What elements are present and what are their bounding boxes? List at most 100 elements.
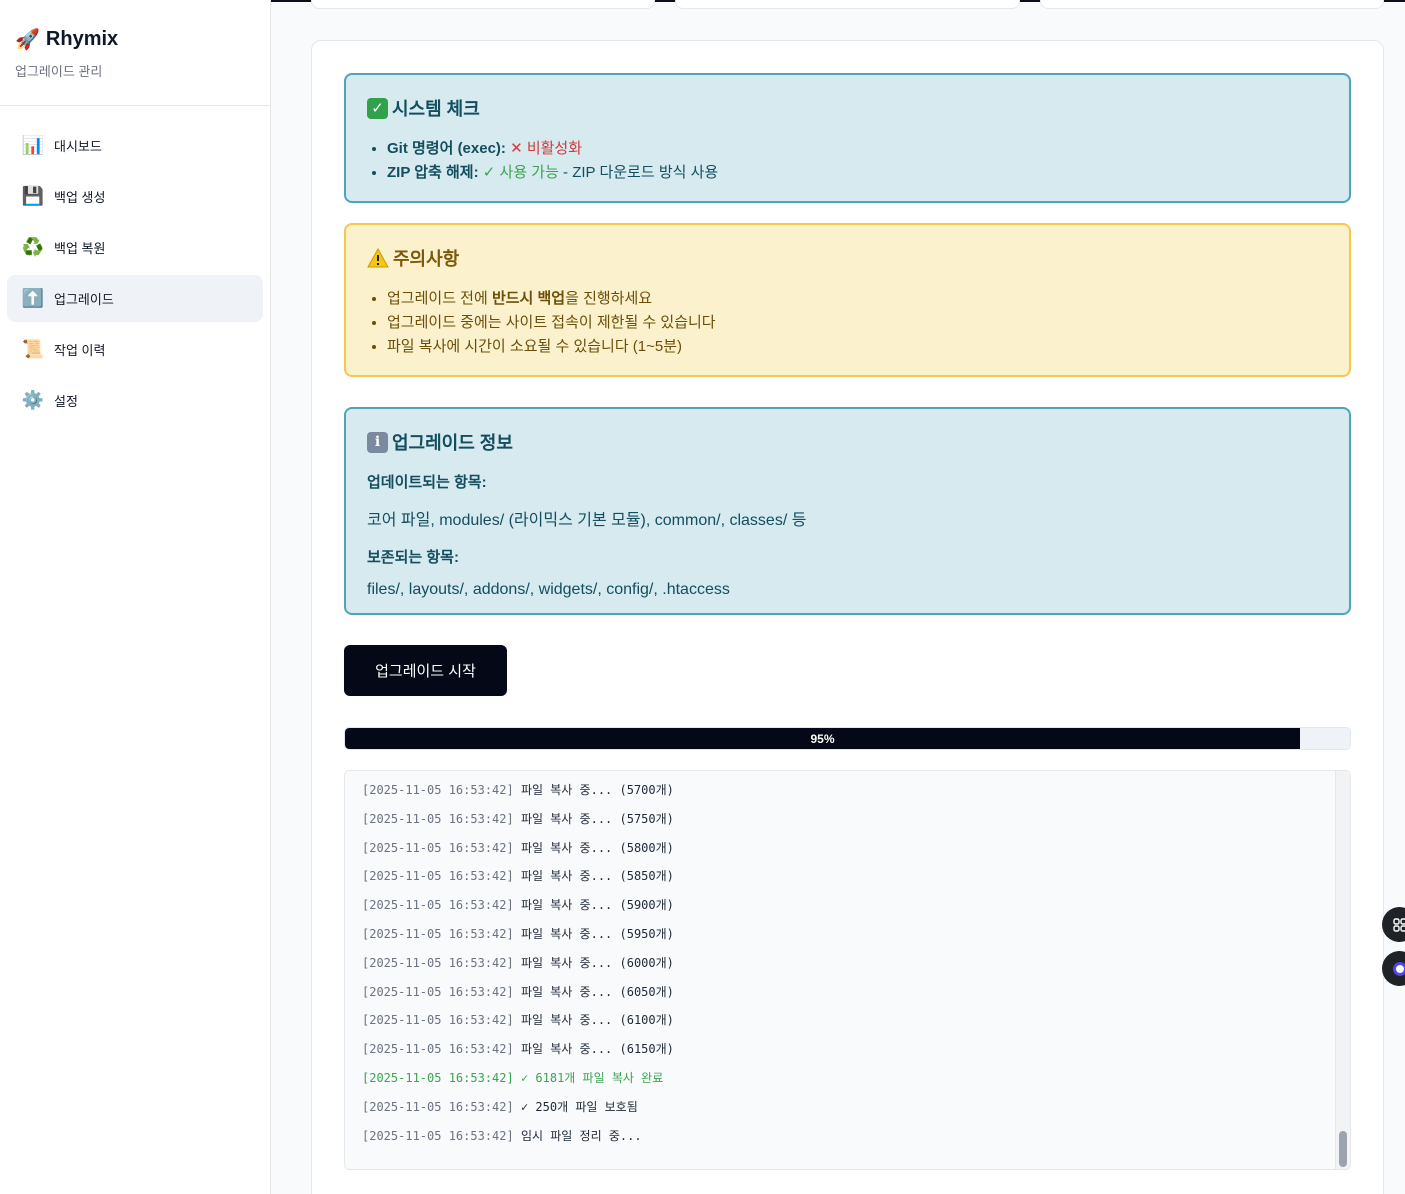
upgrade-progress-bar: 95% xyxy=(344,727,1351,750)
brand-name: Rhymix xyxy=(45,28,119,50)
log-line: [2025-11-05 16:53:42] 파일 복사 중... (6100개) xyxy=(362,1006,1350,1035)
stat-card xyxy=(1040,0,1384,9)
system-check-panel: ✓ 시스템 체크 Git 명령어 (exec): ✕ 비활성화 ZIP 압축 해… xyxy=(344,73,1351,203)
log-line: [2025-11-05 16:53:42] 파일 복사 중... (6050개) xyxy=(362,978,1350,1007)
log-line: [2025-11-05 16:53:42] 파일 복사 중... (5750개) xyxy=(362,805,1350,834)
zip-status: ✓ 사용 가능 xyxy=(482,164,559,181)
updated-items-text: 코어 파일, modules/ (라이믹스 기본 모듈), common/, c… xyxy=(367,512,807,529)
log-line: [2025-11-05 16:53:42] ✓ 6181개 파일 복사 완료 xyxy=(362,1064,1350,1093)
floppy-disk-icon: 💾 xyxy=(21,186,45,206)
log-message: 파일 복사 중... (6150개) xyxy=(513,1042,674,1057)
preserved-items-heading: 보존되는 항목: xyxy=(367,549,459,566)
log-scroll-thumb[interactable] xyxy=(1339,1131,1347,1167)
up-arrow-icon: ⬆️ xyxy=(21,288,45,308)
log-line: [2025-11-05 16:53:42] 파일 복사 중... (5850개) xyxy=(362,862,1350,891)
updated-items-heading: 업데이트되는 항목: xyxy=(367,474,487,491)
sidebar-nav: 📊 대시보드 💾 백업 생성 ♻️ 백업 복원 ⬆️ 업그레이드 📜 작업 이력… xyxy=(0,106,270,424)
log-timestamp: [2025-11-05 16:53:42] xyxy=(362,1013,514,1028)
sidebar-item-label: 백업 복원 xyxy=(54,241,106,256)
sidebar-item-settings[interactable]: ⚙️ 설정 xyxy=(7,377,263,424)
sidebar: 🚀 Rhymix 업그레이드 관리 📊 대시보드 💾 백업 생성 ♻️ 백업 복… xyxy=(0,0,271,1194)
log-message: 임시 파일 정리 중... xyxy=(513,1128,642,1143)
brand-title: 🚀 Rhymix xyxy=(15,28,255,51)
stat-card xyxy=(675,0,1020,9)
warning-icon xyxy=(367,248,389,268)
stat-card xyxy=(311,0,655,9)
log-timestamp: [2025-11-05 16:53:42] xyxy=(362,898,514,913)
main-content: ✓ 시스템 체크 Git 명령어 (exec): ✕ 비활성화 ZIP 압축 해… xyxy=(271,0,1405,1194)
log-line: [2025-11-05 16:53:42] 파일 복사 중... (5950개) xyxy=(362,920,1350,949)
log-message: 파일 복사 중... (6100개) xyxy=(513,1013,674,1028)
log-message: 파일 복사 중... (6050개) xyxy=(513,984,674,999)
log-message: 파일 복사 중... (5800개) xyxy=(513,840,674,855)
sidebar-item-label: 백업 생성 xyxy=(54,190,106,205)
log-line: [2025-11-05 16:53:42] 파일 복사 중... (6000개) xyxy=(362,949,1350,978)
log-timestamp: [2025-11-05 16:53:42] xyxy=(362,955,514,970)
gear-icon: ⚙️ xyxy=(21,390,45,410)
log-message: ✓ 250개 파일 보호됨 xyxy=(513,1099,638,1114)
recycle-icon: ♻️ xyxy=(21,237,45,257)
log-line: [2025-11-05 16:53:42] 파일 복사 중... (6150개) xyxy=(362,1035,1350,1064)
grid-icon xyxy=(1392,917,1405,932)
sidebar-item-upgrade[interactable]: ⬆️ 업그레이드 xyxy=(7,275,263,322)
sidebar-item-label: 업그레이드 xyxy=(54,292,114,307)
scroll-icon: 📜 xyxy=(21,339,45,359)
log-message: ✓ 6181개 파일 복사 완료 xyxy=(513,1070,664,1085)
sidebar-item-label: 작업 이력 xyxy=(54,343,106,358)
log-timestamp: [2025-11-05 16:53:42] xyxy=(362,869,514,884)
log-message: 파일 복사 중... (5750개) xyxy=(513,811,674,826)
log-message: 파일 복사 중... (5850개) xyxy=(513,869,674,884)
log-message: 파일 복사 중... (5700개) xyxy=(513,783,674,797)
sidebar-item-history[interactable]: 📜 작업 이력 xyxy=(7,326,263,373)
start-upgrade-button[interactable]: 업그레이드 시작 xyxy=(344,645,507,696)
sidebar-item-backup-create[interactable]: 💾 백업 생성 xyxy=(7,173,263,220)
log-timestamp: [2025-11-05 16:53:42] xyxy=(362,1042,514,1057)
log-line: [2025-11-05 16:53:42] 파일 복사 중... (5800개) xyxy=(362,834,1350,863)
log-scrollbar[interactable] xyxy=(1335,771,1350,1169)
log-timestamp: [2025-11-05 16:53:42] xyxy=(362,783,514,797)
caution-title: 주의사항 xyxy=(367,245,1328,271)
sidebar-item-label: 설정 xyxy=(54,394,78,409)
zip-check-item: ZIP 압축 해제: ✓ 사용 가능 - ZIP 다운로드 방식 사용 xyxy=(387,161,1328,185)
system-check-list: Git 명령어 (exec): ✕ 비활성화 ZIP 압축 해제: ✓ 사용 가… xyxy=(367,137,1328,185)
log-timestamp: [2025-11-05 16:53:42] xyxy=(362,1128,514,1143)
log-message: 파일 복사 중... (5950개) xyxy=(513,926,674,941)
sidebar-item-backup-restore[interactable]: ♻️ 백업 복원 xyxy=(7,224,263,271)
upgrade-info-panel: i 업그레이드 정보 업데이트되는 항목: 코어 파일, modules/ (라… xyxy=(344,407,1351,615)
log-timestamp: [2025-11-05 16:53:42] xyxy=(362,1070,514,1085)
log-lines: [2025-11-05 16:53:42] 파일 복사 중... (5700개)… xyxy=(345,771,1350,1150)
log-message: 파일 복사 중... (5900개) xyxy=(513,898,674,913)
bar-chart-icon: 📊 xyxy=(21,135,45,155)
caution-list: 업그레이드 전에 반드시 백업을 진행하세요 업그레이드 중에는 사이트 접속이… xyxy=(367,287,1328,359)
log-timestamp: [2025-11-05 16:53:42] xyxy=(362,811,514,826)
brand: 🚀 Rhymix 업그레이드 관리 xyxy=(0,0,270,106)
progress-label: 95% xyxy=(810,731,835,746)
log-timestamp: [2025-11-05 16:53:42] xyxy=(362,984,514,999)
upgrade-info-title: i 업그레이드 정보 xyxy=(367,429,1328,455)
info-icon: i xyxy=(367,431,388,453)
assistant-button[interactable] xyxy=(1382,951,1405,986)
brand-subtitle: 업그레이드 관리 xyxy=(15,64,103,79)
log-timestamp: [2025-11-05 16:53:42] xyxy=(362,926,514,941)
caution-panel: 주의사항 업그레이드 전에 반드시 백업을 진행하세요 업그레이드 중에는 사이… xyxy=(344,223,1351,377)
log-timestamp: [2025-11-05 16:53:42] xyxy=(362,1099,514,1114)
sidebar-item-label: 대시보드 xyxy=(54,139,102,154)
caution-item: 업그레이드 전에 반드시 백업을 진행하세요 xyxy=(387,287,1328,311)
upgrade-log[interactable]: [2025-11-05 16:53:42] 파일 복사 중... (5700개)… xyxy=(344,770,1351,1170)
git-check-item: Git 명령어 (exec): ✕ 비활성화 xyxy=(387,137,1328,161)
git-status: ✕ 비활성화 xyxy=(510,140,583,157)
rocket-icon: 🚀 xyxy=(15,28,40,51)
check-mark-icon: ✓ xyxy=(367,97,388,119)
sidebar-item-dashboard[interactable]: 📊 대시보드 xyxy=(7,122,263,169)
log-line: [2025-11-05 16:53:42] ✓ 250개 파일 보호됨 xyxy=(362,1093,1350,1122)
log-message: 파일 복사 중... (6000개) xyxy=(513,955,674,970)
caution-item: 업그레이드 중에는 사이트 접속이 제한될 수 있습니다 xyxy=(387,311,1328,335)
log-timestamp: [2025-11-05 16:53:42] xyxy=(362,840,514,855)
apps-grid-button[interactable] xyxy=(1382,907,1405,942)
log-line: [2025-11-05 16:53:42] 임시 파일 정리 중... xyxy=(362,1122,1350,1151)
caution-item: 파일 복사에 시간이 소요될 수 있습니다 (1~5분) xyxy=(387,335,1328,359)
upgrade-card: ✓ 시스템 체크 Git 명령어 (exec): ✕ 비활성화 ZIP 압축 해… xyxy=(311,40,1384,1194)
log-line: [2025-11-05 16:53:42] 파일 복사 중... (5700개) xyxy=(362,776,1350,805)
assistant-icon xyxy=(1392,961,1405,976)
system-check-title: ✓ 시스템 체크 xyxy=(367,95,1328,121)
